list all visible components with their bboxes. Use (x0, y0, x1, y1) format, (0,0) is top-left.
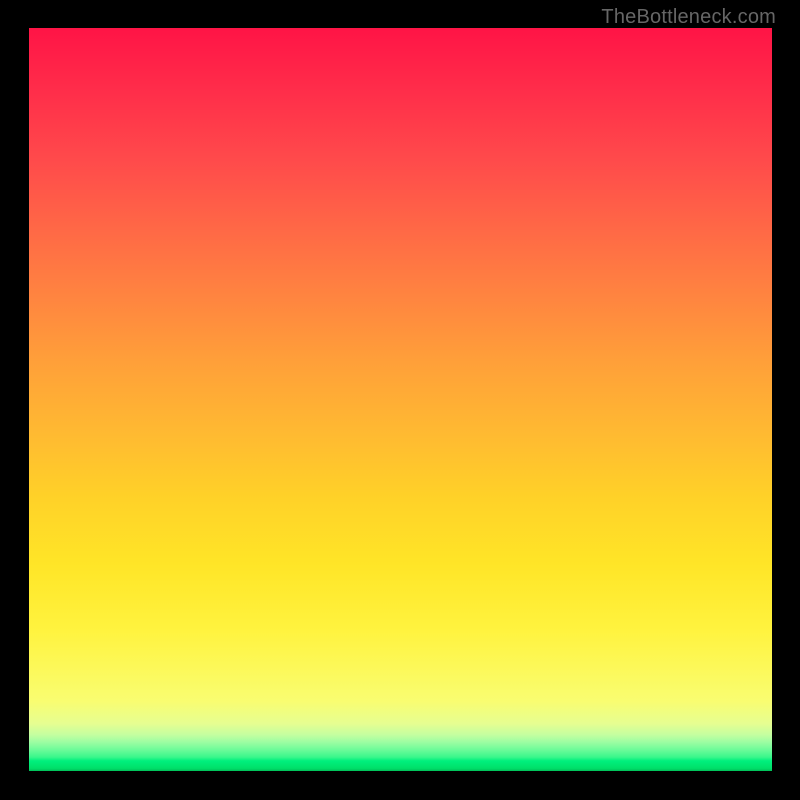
chart-stage: TheBottleneck.com (0, 0, 800, 800)
watermark-text: TheBottleneck.com (601, 6, 776, 29)
background-gradient (28, 28, 772, 772)
plot-area (28, 28, 772, 772)
